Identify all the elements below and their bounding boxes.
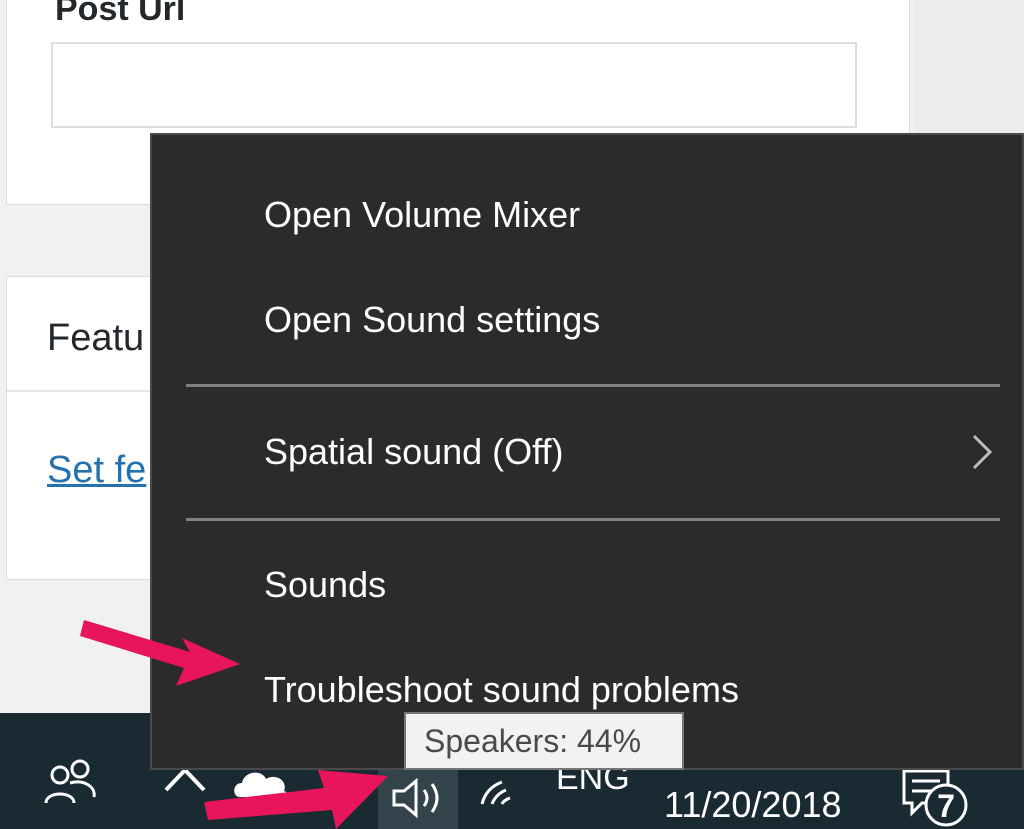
speaker-volume-tooltip: Speakers: 44%	[404, 712, 684, 770]
menu-item-open-volume-mixer[interactable]: Open Volume Mixer	[152, 169, 1022, 261]
menu-separator	[186, 384, 1000, 387]
notification-count: 7	[937, 788, 955, 824]
menu-item-label: Open Sound settings	[264, 299, 601, 340]
clock-date[interactable]: 11/20/2018	[664, 787, 842, 823]
annotation-arrow-icon	[80, 620, 240, 686]
network-icon[interactable]	[478, 768, 528, 808]
people-icon[interactable]	[40, 753, 100, 813]
menu-item-sounds[interactable]: Sounds	[152, 539, 1022, 631]
post-url-label: Post Url	[55, 0, 186, 28]
menu-item-open-sound-settings[interactable]: Open Sound settings	[152, 274, 1022, 366]
menu-separator	[186, 518, 1000, 521]
annotation-arrow-icon	[204, 770, 388, 829]
speaker-icon	[392, 777, 439, 819]
sound-context-menu: Open Volume Mixer Open Sound settings Sp…	[150, 133, 1024, 770]
menu-item-label: Sounds	[264, 564, 387, 605]
menu-item-spatial-sound[interactable]: Spatial sound (Off)	[152, 406, 1022, 498]
notification-icon[interactable]: 7	[898, 765, 978, 829]
menu-item-label: Open Volume Mixer	[264, 194, 581, 235]
page-gutter	[915, 0, 1024, 140]
menu-item-label: Troubleshoot sound problems	[264, 669, 739, 710]
chevron-right-icon	[972, 434, 993, 470]
set-featured-image-link[interactable]: Set fe	[47, 449, 146, 492]
menu-item-label: Spatial sound (Off)	[264, 431, 564, 472]
featured-image-title: Featu	[47, 317, 145, 359]
post-url-input[interactable]	[51, 42, 857, 128]
